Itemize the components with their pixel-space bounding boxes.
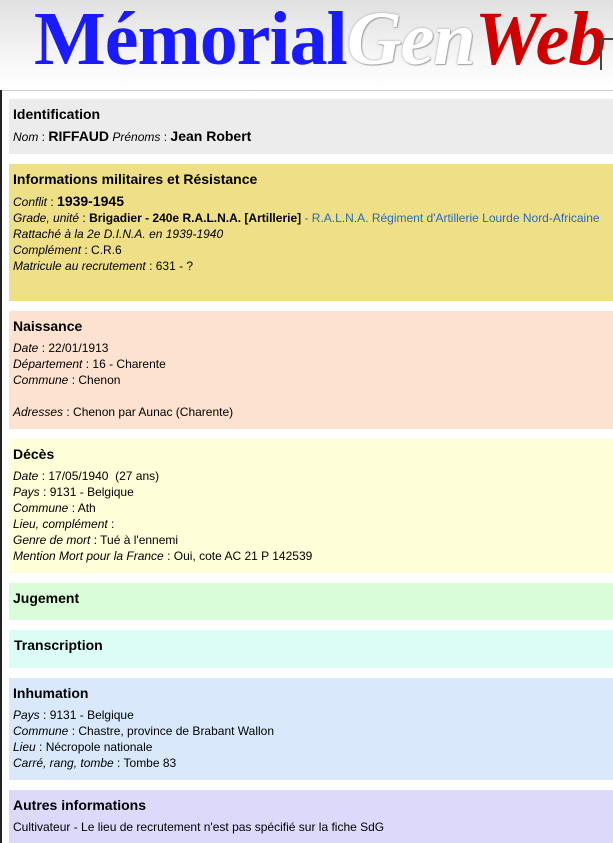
date-value: 22/01/1913 xyxy=(48,341,109,355)
carre-label: Carré, rang, tombe xyxy=(13,756,114,770)
logo-edge-glyph xyxy=(600,38,613,70)
adresses-line: Adresses : Chenon par Aunac (Charente) xyxy=(13,405,234,419)
conflit-label: Conflit xyxy=(13,195,48,209)
departement-line: Département : 16 - Charente xyxy=(13,357,166,371)
pays-value: 9131 - Belgique xyxy=(49,485,134,499)
pays-label: Pays xyxy=(13,708,40,722)
matricule-value: 631 - ? xyxy=(155,259,194,273)
section-title: Décès xyxy=(13,446,55,462)
burial-pays-line: Pays : 9131 - Belgique xyxy=(13,708,134,722)
complement-line: Complément : C.R.6 xyxy=(13,243,122,257)
commune-label: Commune xyxy=(13,373,69,387)
pays-label: Pays xyxy=(13,485,40,499)
pays-value: 9131 - Belgique xyxy=(49,708,134,722)
birth-date-line: Date : 22/01/1913 xyxy=(13,341,109,355)
section-title: Autres informations xyxy=(13,797,147,813)
genre-label: Genre de mort xyxy=(13,533,91,547)
logo-part-memorial: Mémorial xyxy=(34,0,348,81)
matricule-label: Matricule au recrutement xyxy=(13,259,146,273)
lieu-line: Lieu, complément : xyxy=(13,517,115,531)
genre-value: Tué à l'ennemi xyxy=(100,533,179,547)
nom-value: RIFFAUD xyxy=(48,128,110,144)
prenoms-value: Jean Robert xyxy=(170,128,252,144)
commune-value: Chastre, province de Brabant Wallon xyxy=(78,724,275,738)
burial-commune-line: Commune : Chastre, province de Brabant W… xyxy=(13,724,275,738)
section-jugement: Jugement xyxy=(9,583,613,620)
burial-lieu-line: Lieu : Nécropole nationale xyxy=(13,740,153,754)
section-title: Jugement xyxy=(13,590,80,606)
commune-value: Chenon xyxy=(78,373,121,387)
site-header: MémorialGenWeb xyxy=(0,0,613,91)
grade-value: Brigadier - 240e R.A.L.N.A. [Artillerie] xyxy=(89,211,302,225)
section-autres: Autres informations Cultivateur - Le lie… xyxy=(9,790,613,843)
section-title: Naissance xyxy=(13,318,83,334)
mention-line: Mention Mort pour la France : Oui, cote … xyxy=(13,549,313,563)
adresses-value: Chenon par Aunac (Charente) xyxy=(73,405,234,419)
commune-value: Ath xyxy=(77,501,96,515)
genre-line: Genre de mort : Tué à l'ennemi xyxy=(13,533,179,547)
section-identification: Identification Nom : RIFFAUD Prénoms : J… xyxy=(9,99,613,154)
section-transcription: Transcription xyxy=(9,630,613,668)
logo-part-web: Web xyxy=(474,0,607,81)
matricule-line: Matricule au recrutement : 631 - ? xyxy=(13,259,194,273)
section-title: Identification xyxy=(13,106,101,122)
age-value: (27 ans) xyxy=(115,469,160,483)
lieu-label: Lieu, complément xyxy=(13,517,108,531)
prenoms-label: Prénoms xyxy=(112,130,161,144)
lieu-value: Nécropole nationale xyxy=(45,740,153,754)
regiment-link[interactable]: - R.A.L.N.A. Régiment d'Artillerie Lourd… xyxy=(304,211,599,225)
death-commune-line: Commune : Ath xyxy=(13,501,96,515)
date-label: Date xyxy=(13,341,39,355)
section-militaire: Informations militaires et Résistance Co… xyxy=(9,164,613,301)
mention-value: Oui, cote AC 21 P 142539 xyxy=(173,549,313,563)
conflit-value: 1939-1945 xyxy=(57,193,124,209)
date-label: Date xyxy=(13,469,39,483)
section-title: Transcription xyxy=(14,637,103,653)
name-line: Nom : RIFFAUD Prénoms : Jean Robert xyxy=(13,128,252,144)
site-logo[interactable]: MémorialGenWeb xyxy=(34,0,607,83)
departement-label: Département xyxy=(13,357,83,371)
death-date-line: Date : 17/05/1940 (27 ans) xyxy=(13,469,160,483)
mention-label: Mention Mort pour la France xyxy=(13,549,164,563)
logo-part-gen: Gen xyxy=(346,0,476,81)
conflit-line: Conflit : 1939-1945 xyxy=(13,193,124,209)
section-title: Inhumation xyxy=(13,685,89,701)
rattache-line: Rattaché à la 2e D.I.N.A. en 1939-1940 xyxy=(13,227,224,241)
complement-label: Complément xyxy=(13,243,82,257)
page-left-border xyxy=(0,90,2,843)
carre-value: Tombe 83 xyxy=(123,756,177,770)
section-naissance: Naissance Date : 22/01/1913 Département … xyxy=(9,311,613,429)
complement-value: C.R.6 xyxy=(91,243,122,257)
grade-label: Grade, unité xyxy=(13,211,80,225)
nom-label: Nom xyxy=(13,130,39,144)
commune-label: Commune xyxy=(13,724,69,738)
death-pays-line: Pays : 9131 - Belgique xyxy=(13,485,134,499)
lieu-label: Lieu xyxy=(13,740,36,754)
section-inhumation: Inhumation Pays : 9131 - Belgique Commun… xyxy=(9,678,613,780)
section-deces: Décès Date : 17/05/1940 (27 ans) Pays : … xyxy=(9,439,613,573)
section-title: Informations militaires et Résistance xyxy=(13,171,258,187)
birth-commune-line: Commune : Chenon xyxy=(13,373,121,387)
departement-value: 16 - Charente xyxy=(92,357,166,371)
adresses-label: Adresses xyxy=(13,405,64,419)
autres-text: Cultivateur - Le lieu de recrutement n'e… xyxy=(13,820,385,834)
date-value: 17/05/1940 xyxy=(48,469,109,483)
carre-line: Carré, rang, tombe : Tombe 83 xyxy=(13,756,177,770)
grade-line: Grade, unité : Brigadier - 240e R.A.L.N.… xyxy=(13,211,600,225)
commune-label: Commune xyxy=(13,501,69,515)
